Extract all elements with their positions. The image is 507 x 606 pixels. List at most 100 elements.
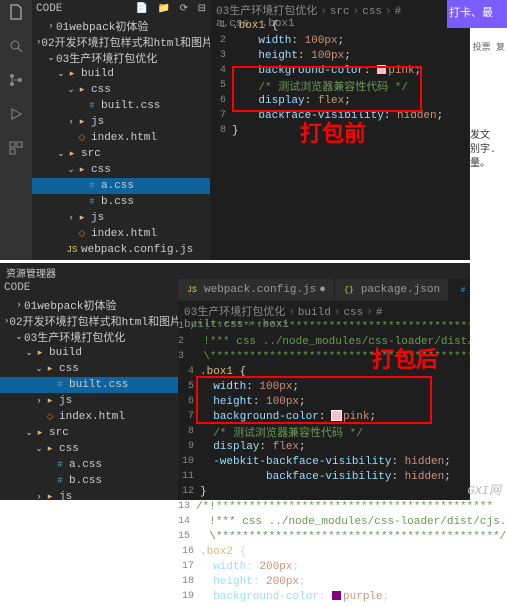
tree-item-label: build — [81, 68, 114, 80]
explorer-sidebar: CODE 📄 📁 ⟳ ⊟ ›01webpack初体验›02开发环境打包样式和ht… — [32, 0, 210, 260]
tree-item[interactable]: #a.css — [32, 178, 210, 194]
tree-item[interactable]: ⌄▸css — [32, 82, 210, 98]
refresh-icon[interactable]: ⟳ — [180, 4, 188, 15]
code-line[interactable]: 10 -webkit-backface-visibility: hidden; — [178, 454, 470, 469]
folder-icon: ▸ — [66, 149, 78, 159]
file-tree: ›01webpack初体验›02开发环境打包样式和html和图片资源⌄03生产环… — [32, 18, 210, 260]
tab-label: webpack.config.js — [204, 284, 316, 296]
tree-item[interactable]: ⌄▸css — [32, 162, 210, 178]
code-line[interactable]: 12} — [178, 484, 470, 499]
files-icon[interactable] — [8, 4, 24, 24]
folder-icon: ▸ — [76, 213, 88, 223]
line-number: 6 — [210, 95, 232, 106]
tree-item-label: 01webpack初体验 — [24, 297, 116, 313]
tree-item[interactable]: ›02开发环境打包样式和html和图片资源 — [32, 34, 210, 50]
code-line[interactable]: 17 width: 200px; — [178, 559, 470, 574]
line-number: 7 — [210, 110, 232, 121]
tree-item[interactable]: ›01webpack初体验 — [32, 18, 210, 34]
tree-item-label: webpack.config.js — [81, 244, 193, 256]
new-folder-icon[interactable]: 📁 — [158, 4, 170, 15]
tree-item[interactable]: ⌄▸css — [0, 361, 178, 377]
tree-item[interactable]: ⌄▸build — [0, 345, 178, 361]
extensions-icon[interactable] — [8, 140, 24, 160]
modified-icon: ● — [319, 284, 326, 296]
css-icon: # — [86, 197, 98, 207]
tree-item[interactable]: ⌄▸css — [0, 441, 178, 457]
css-icon: # — [54, 380, 66, 390]
code-line[interactable]: 2 width: 100px; — [210, 33, 470, 48]
tree-item[interactable]: ›▸js — [0, 393, 178, 409]
code-line[interactable]: 3 height: 100px; — [210, 48, 470, 63]
breadcrumb-segment[interactable]: css — [362, 6, 382, 18]
line-number: 2 — [178, 336, 190, 347]
tree-item[interactable]: JSwebpack.config.js — [32, 242, 210, 258]
breadcrumb-segment[interactable]: 03生产环境打包优化 — [216, 6, 317, 18]
tree-item[interactable]: #a.css — [0, 457, 178, 473]
json-icon: {} — [343, 286, 355, 295]
line-number: 8 — [210, 125, 232, 136]
tree-item[interactable]: #built.css — [32, 98, 210, 114]
code-line[interactable]: 15 \************************************… — [178, 529, 470, 544]
breadcrumb-segment[interactable]: 03生产环境打包优化 — [184, 307, 285, 319]
tree-item[interactable]: ›▸js — [32, 210, 210, 226]
tree-item-label: index.html — [59, 411, 125, 423]
tree-item-label: built.css — [101, 100, 160, 112]
tree-item[interactable]: ◇index.html — [32, 226, 210, 242]
tree-item-label: js — [91, 212, 104, 224]
code-line[interactable]: 8 /* 测试浏览器兼容性代码 */ — [178, 424, 470, 439]
tree-item-label: 02开发环境打包样式和html和图片资源 — [41, 34, 210, 50]
tree-item[interactable]: ›02开发环境打包样式和html和图片资源 — [0, 313, 178, 329]
code-line[interactable]: 1.box1 { — [210, 18, 470, 33]
code-line[interactable]: 18 height: 200px; — [178, 574, 470, 589]
tree-item-label: built.css — [69, 379, 128, 391]
folder-icon: ▸ — [66, 69, 78, 79]
editor-tab[interactable]: {}package.json — [335, 279, 449, 301]
new-file-icon[interactable]: 📄 — [135, 4, 147, 15]
tree-item[interactable]: ◇index.html — [32, 130, 210, 146]
tree-item[interactable]: ◇index.html — [0, 409, 178, 425]
tree-item[interactable]: ⌄03生产环境打包优化 — [32, 50, 210, 66]
code-line[interactable]: 1/*!************************************… — [178, 319, 470, 334]
tree-item-label: b.css — [69, 475, 102, 487]
tree-item[interactable]: ⌄▸src — [0, 425, 178, 441]
tree-item-label: js — [59, 491, 72, 500]
tree-item[interactable]: #built.css — [0, 377, 178, 393]
tree-item[interactable]: ›▸js — [0, 489, 178, 500]
tree-item[interactable]: ⌄▸src — [32, 146, 210, 162]
tree-item-label: 02开发环境打包样式和html和图片资源 — [9, 313, 178, 329]
breadcrumb[interactable]: 03生产环境打包优化›src›css›# a.css›.box1 — [210, 0, 470, 16]
right-text: 发文 别字. 量。 — [470, 130, 505, 172]
css-icon: # — [86, 101, 98, 111]
line-number: 18 — [178, 576, 200, 587]
code-line[interactable]: 11 backface-visibility: hidden; — [178, 469, 470, 484]
scm-icon[interactable] — [8, 72, 24, 92]
breadcrumb-segment[interactable]: build — [298, 307, 331, 319]
tree-item[interactable]: #b.css — [32, 194, 210, 210]
code-line[interactable]: 14 !*** css ../node_modules/css-loader/d… — [178, 514, 470, 529]
tree-item[interactable]: ›01webpack初体验 — [0, 297, 178, 313]
tree-item[interactable]: ⌄03生产环境打包优化 — [0, 329, 178, 345]
line-number: 3 — [210, 50, 232, 61]
right-actions[interactable]: 投票 复 — [473, 40, 505, 53]
code-line[interactable]: 9 display: flex; — [178, 439, 470, 454]
collapse-icon[interactable]: ⊟ — [198, 4, 206, 15]
line-number: 11 — [178, 471, 200, 482]
tree-item[interactable]: ⌄▸build — [32, 66, 210, 82]
tree-item[interactable]: ›▸node_modules — [32, 258, 210, 260]
breadcrumb-segment[interactable]: src — [330, 6, 350, 18]
debug-icon[interactable] — [8, 106, 24, 126]
editor-tab[interactable]: JSwebpack.config.js● — [178, 279, 335, 301]
tree-item[interactable]: ›▸js — [32, 114, 210, 130]
tree-item-label: js — [91, 116, 104, 128]
color-swatch — [332, 591, 341, 600]
search-icon[interactable] — [8, 38, 24, 58]
tree-item[interactable]: #b.css — [0, 473, 178, 489]
code-line[interactable]: 16.box2 { — [178, 544, 470, 559]
line-number: 2 — [210, 35, 232, 46]
breadcrumb-segment[interactable]: css — [343, 307, 363, 319]
code-line[interactable]: 19 background-color: purple; — [178, 589, 470, 604]
folder-icon: ▸ — [76, 117, 88, 127]
line-number: 3 — [178, 351, 190, 362]
breadcrumb[interactable]: 03生产环境打包优化›build›css›# built.css›.box1 — [178, 301, 470, 317]
code-line[interactable]: 13/*!***********************************… — [178, 499, 470, 514]
